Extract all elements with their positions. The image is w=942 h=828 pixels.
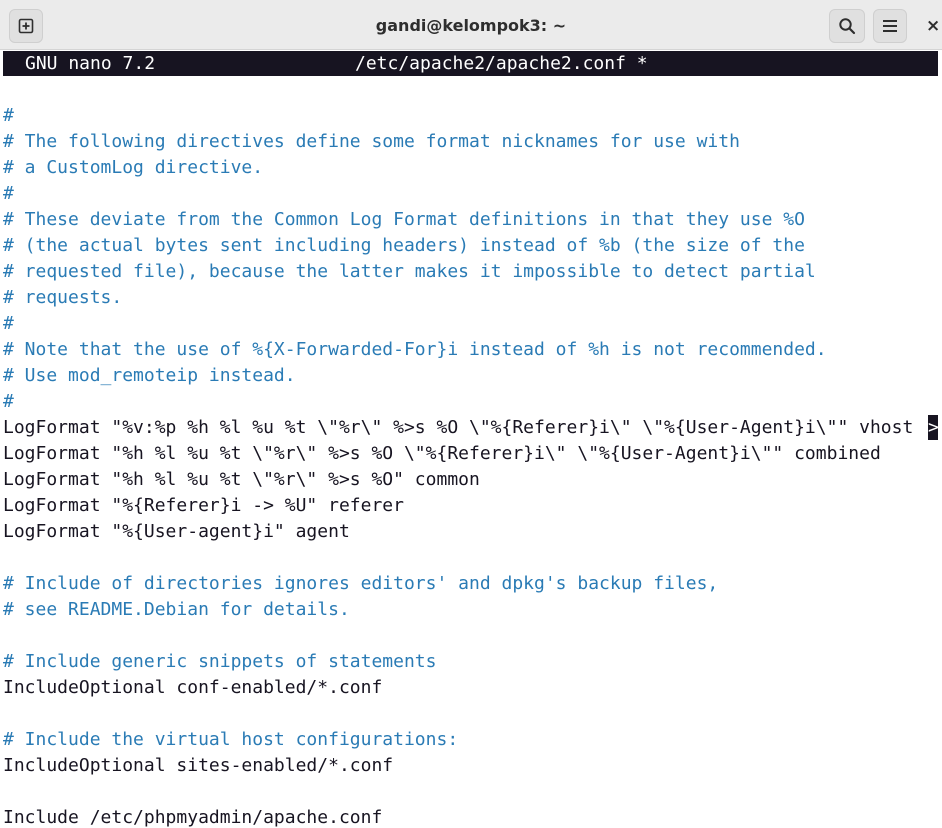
editor-line: LogFormat "%{Referer}i -> %U" referer: [3, 495, 404, 516]
line-overflow-marker: >: [928, 415, 938, 440]
search-icon: [839, 18, 856, 35]
new-tab-button[interactable]: [9, 9, 43, 43]
search-button[interactable]: [829, 9, 865, 43]
terminal-area[interactable]: GNU nano 7.2 /etc/apache2/apache2.conf *…: [0, 50, 942, 828]
editor-line: # Include the virtual host configuration…: [3, 729, 459, 750]
title-bar: gandi@kelompok3: ~ ×: [0, 0, 942, 50]
close-icon: ×: [926, 16, 941, 36]
nano-version: GNU nano 7.2: [25, 53, 156, 74]
close-button[interactable]: ×: [926, 11, 942, 41]
hamburger-menu-icon: [883, 20, 897, 32]
editor-line: # (the actual bytes sent including heade…: [3, 235, 805, 256]
editor-line: #: [3, 183, 14, 204]
new-tab-icon: [18, 18, 34, 34]
editor-line: Include /etc/phpmyadmin/apache.conf: [3, 807, 383, 828]
editor-line: # requested file), because the latter ma…: [3, 261, 816, 282]
editor-line: # Note that the use of %{X-Forwarded-For…: [3, 339, 827, 360]
editor-line: # The following directives define some f…: [3, 131, 740, 152]
editor-line: LogFormat "%{User-agent}i" agent: [3, 521, 350, 542]
editor-line: # Include generic snippets of statements: [3, 651, 437, 672]
menu-button[interactable]: [873, 9, 907, 43]
editor-line: # a CustomLog directive.: [3, 157, 264, 178]
nano-header-bar: GNU nano 7.2 /etc/apache2/apache2.conf *: [3, 51, 938, 76]
editor-line: #: [3, 105, 14, 126]
editor-line: #: [3, 391, 14, 412]
editor-line: # Include of directories ignores editors…: [3, 573, 719, 594]
editor-line: #: [3, 313, 14, 334]
editor-line: LogFormat "%h %l %u %t \"%r\" %>s %O \"%…: [3, 443, 881, 464]
terminal-window: gandi@kelompok3: ~ × GNU nano 7.2 /etc/a…: [0, 0, 942, 828]
window-title: gandi@kelompok3: ~: [375, 16, 567, 35]
editor-line: IncludeOptional conf-enabled/*.conf: [3, 677, 383, 698]
editor-line: # Use mod_remoteip instead.: [3, 365, 296, 386]
editor-line: # requests.: [3, 287, 123, 308]
editor-line: LogFormat "%v:%p %h %l %u %t \"%r\" %>s …: [3, 417, 914, 438]
editor-line: # see README.Debian for details.: [3, 599, 350, 620]
editor-line: IncludeOptional sites-enabled/*.conf: [3, 755, 394, 776]
nano-filename: /etc/apache2/apache2.conf *: [355, 53, 648, 74]
editor-line: LogFormat "%h %l %u %t \"%r\" %>s %O" co…: [3, 469, 480, 490]
editor-line: # These deviate from the Common Log Form…: [3, 209, 805, 230]
